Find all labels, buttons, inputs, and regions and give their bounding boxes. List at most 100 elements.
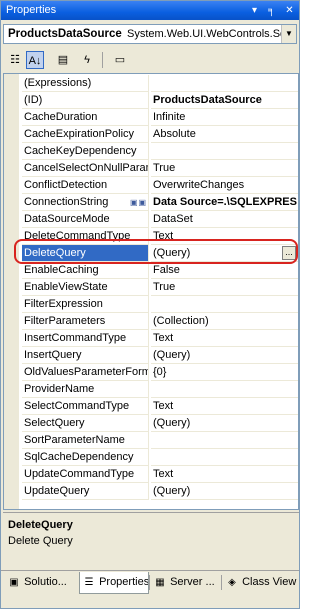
property-name[interactable]: UpdateQuery [22,483,148,500]
property-row[interactable]: CacheKeyDependency [4,143,298,160]
column-divider[interactable] [148,415,149,432]
property-row[interactable]: SelectCommandType Text [4,398,298,415]
events-icon[interactable]: ϟ [78,51,96,69]
object-selector[interactable]: ProductsDataSource System.Web.UI.WebCont… [3,24,297,44]
property-value[interactable] [151,143,298,160]
property-name[interactable]: ConflictDetection [22,177,148,194]
column-divider[interactable] [148,313,149,330]
column-divider[interactable] [148,194,149,211]
tab-properties[interactable]: ☰ Properties [79,572,149,594]
column-divider[interactable] [148,211,149,228]
property-row[interactable]: DataSourceMode DataSet [4,211,298,228]
property-value[interactable]: Text [151,330,298,347]
property-name[interactable]: FilterExpression [22,296,148,313]
property-name[interactable]: InsertCommandType [22,330,148,347]
property-name[interactable]: SortParameterName [22,432,148,449]
column-divider[interactable] [148,160,149,177]
column-divider[interactable] [148,245,149,262]
column-divider[interactable] [148,347,149,364]
property-value[interactable]: (Query) [151,415,298,432]
property-name[interactable]: (Expressions) [22,75,148,92]
property-row[interactable]: EnableCaching False [4,262,298,279]
property-row[interactable]: InsertCommandType Text [4,330,298,347]
alphabetical-icon[interactable]: A↓ [26,51,44,69]
property-row[interactable]: FilterParameters (Collection) [4,313,298,330]
property-name[interactable]: EnableCaching [22,262,148,279]
property-value[interactable]: (Collection) [151,313,298,330]
property-name[interactable]: CacheDuration [22,109,148,126]
column-divider[interactable] [148,449,149,466]
categorized-icon[interactable]: ☷ [6,51,24,69]
property-row[interactable]: (Expressions) [4,75,298,92]
tab-class-view[interactable]: ◈ Class View [223,572,297,594]
tab-solution-explorer[interactable]: ▣ Solutio... [5,572,77,594]
property-row[interactable]: SqlCacheDependency [4,449,298,466]
property-value[interactable]: False [151,262,298,279]
column-divider[interactable] [148,398,149,415]
column-divider[interactable] [148,330,149,347]
auto-hide-pin-icon[interactable]: ╕ [264,3,279,18]
property-value[interactable]: Text [151,398,298,415]
property-value[interactable]: (Query) [151,245,298,262]
property-name[interactable]: DeleteQuery [22,245,148,262]
property-name[interactable]: UpdateCommandType [22,466,148,483]
property-value[interactable]: ProductsDataSource [151,92,298,109]
property-name[interactable]: CacheKeyDependency [22,143,148,160]
property-name[interactable]: SelectQuery [22,415,148,432]
column-divider[interactable] [148,143,149,160]
window-position-dropdown-icon[interactable]: ▾ [247,3,262,18]
property-value[interactable]: Absolute [151,126,298,143]
property-value[interactable]: Infinite [151,109,298,126]
column-divider[interactable] [148,432,149,449]
property-row[interactable]: FilterExpression [4,296,298,313]
property-row[interactable]: UpdateCommandType Text [4,466,298,483]
property-value[interactable]: DataSet [151,211,298,228]
tab-server-explorer[interactable]: ▦ Server ... [151,572,221,594]
column-divider[interactable] [148,364,149,381]
property-name[interactable]: (ID) [22,92,148,109]
property-name[interactable]: InsertQuery [22,347,148,364]
property-name[interactable]: DataSourceMode [22,211,148,228]
property-row[interactable]: DeleteCommandType Text [4,228,298,245]
property-row[interactable]: SortParameterName [4,432,298,449]
property-value[interactable]: OverwriteChanges [151,177,298,194]
property-name[interactable]: ProviderName [22,381,148,398]
property-row[interactable]: UpdateQuery (Query) [4,483,298,500]
property-name[interactable]: DeleteCommandType [22,228,148,245]
property-value[interactable]: True [151,279,298,296]
property-row[interactable]: DeleteQuery (Query)... [4,245,298,262]
property-value[interactable] [151,432,298,449]
close-icon[interactable]: ✕ [282,3,297,18]
property-value[interactable]: Data Source=.\SQLEXPRES [151,194,298,211]
property-row[interactable]: ProviderName [4,381,298,398]
column-divider[interactable] [148,296,149,313]
property-name[interactable]: FilterParameters [22,313,148,330]
ellipsis-button[interactable]: ... [282,246,296,260]
column-divider[interactable] [148,279,149,296]
property-value[interactable]: (Query) [151,483,298,500]
properties-icon[interactable]: ▤ [54,51,72,69]
property-value[interactable] [151,381,298,398]
property-row[interactable]: CacheDuration Infinite [4,109,298,126]
chevron-down-icon[interactable]: ▼ [281,25,296,43]
column-divider[interactable] [148,466,149,483]
column-divider[interactable] [148,262,149,279]
column-divider[interactable] [148,381,149,398]
property-name[interactable]: SqlCacheDependency [22,449,148,466]
property-name[interactable]: CancelSelectOnNullParame [22,160,148,177]
property-value[interactable]: Text [151,228,298,245]
property-row[interactable]: InsertQuery (Query) [4,347,298,364]
property-value[interactable]: (Query) [151,347,298,364]
column-divider[interactable] [148,75,149,92]
property-name[interactable]: CacheExpirationPolicy [22,126,148,143]
property-row[interactable]: ConflictDetection OverwriteChanges [4,177,298,194]
property-name[interactable]: EnableViewState [22,279,148,296]
column-divider[interactable] [148,92,149,109]
property-name[interactable]: SelectCommandType [22,398,148,415]
property-row[interactable]: EnableViewState True [4,279,298,296]
property-row[interactable]: CacheExpirationPolicy Absolute [4,126,298,143]
property-row[interactable]: SelectQuery (Query) [4,415,298,432]
property-row[interactable]: ConnectionString Data Source=.\SQLEXPRES ▣… [4,194,298,211]
property-pages-icon[interactable]: ▭ [111,51,129,69]
property-value[interactable]: Text [151,466,298,483]
